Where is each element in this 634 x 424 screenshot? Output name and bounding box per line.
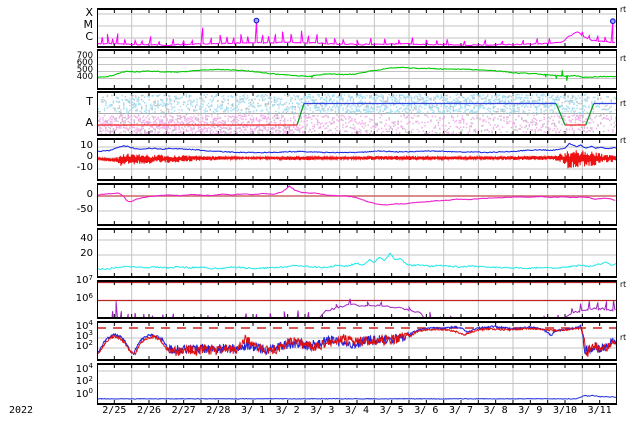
y-tick-label-p7: 107 xyxy=(75,273,93,287)
x-tick-label: 3/ 5 xyxy=(379,405,404,416)
x-tick-label: 2/28 xyxy=(206,405,231,416)
y-tick-label-p3: T xyxy=(86,95,93,109)
y-tick-label-p4: 0 xyxy=(86,150,93,162)
goes-xray xyxy=(97,20,616,47)
panel-electron-flux xyxy=(97,321,617,361)
x-tick-label: 3/ 9 xyxy=(518,405,543,416)
x-tick-label: 2/27 xyxy=(171,405,196,416)
rt-label: rt xyxy=(620,280,627,289)
y-tick-label-p6: 20 xyxy=(80,247,93,259)
x-tick-label: 3/10 xyxy=(552,405,578,416)
x-tick-label: 3/ 2 xyxy=(275,405,300,416)
y-tick-label-p2: 400 xyxy=(76,72,93,83)
y-tick-label-p1: C xyxy=(85,30,93,44)
y-tick-label-p7: 106 xyxy=(75,291,93,305)
panel-dst-index xyxy=(97,183,617,226)
protons xyxy=(97,394,617,400)
x-tick-label: 2/26 xyxy=(136,405,162,416)
plot-canvas xyxy=(97,8,617,405)
y-tick-label-p1: M xyxy=(83,18,94,32)
rt-label: rt xyxy=(620,333,627,342)
x-tick-label: 3/ 7 xyxy=(448,405,474,416)
particle-flux xyxy=(111,298,616,318)
y-tick-label-p5: -50 xyxy=(76,203,93,215)
x-tick-label: 3/ 1 xyxy=(240,405,266,416)
rt-label: rt xyxy=(620,136,627,145)
panel-proton-flux xyxy=(97,363,617,405)
space-weather-multipanel-plot: 2022 X M C 700 600 500 400 T A 10 0 -10 0 -50 40 20 107 1… xyxy=(0,0,634,424)
y-tick-label-p8: 102 xyxy=(75,339,93,352)
rt-label: rt xyxy=(620,99,627,108)
bt xyxy=(97,142,617,154)
x-tick-label: 2/25 xyxy=(102,405,127,416)
x-tick-label: 3/ 6 xyxy=(414,405,439,416)
y-tick-label-p4: -10 xyxy=(76,161,93,173)
x-tick-label: 3/ 4 xyxy=(344,405,370,416)
x-tick-label: 3/11 xyxy=(587,405,612,416)
flare-event-marker xyxy=(253,17,260,24)
flare-event-marker xyxy=(609,18,616,25)
panel-solar-wind-speed xyxy=(97,49,617,90)
panel-xray-flux xyxy=(97,8,617,48)
year-label: 2022 xyxy=(8,405,34,416)
y-tick-label-p5: 0 xyxy=(86,188,93,200)
x-tick-label: 3/ 3 xyxy=(310,405,335,416)
x-tick-label: 3/ 8 xyxy=(483,405,508,416)
rt-label: rt xyxy=(620,5,627,14)
plasma-density xyxy=(97,252,617,271)
panel-density xyxy=(97,228,617,278)
panel-imf-field xyxy=(97,138,617,181)
rt-label: rt xyxy=(620,54,627,63)
y-tick-label-p9: 102 xyxy=(75,374,93,388)
y-tick-label-p9: 100 xyxy=(75,387,93,400)
y-tick-label-p6: 40 xyxy=(80,232,93,244)
y-tick-label-p9: 104 xyxy=(75,362,93,375)
activity-level-line xyxy=(585,103,595,126)
panel-t-a-activity xyxy=(97,91,617,136)
bz xyxy=(97,150,617,169)
y-tick-label-p1: X xyxy=(85,6,93,20)
panel-high-energy-flux xyxy=(97,280,617,319)
y-tick-label-p4: 10 xyxy=(80,139,93,151)
y-tick-label-p3: A xyxy=(85,116,93,130)
